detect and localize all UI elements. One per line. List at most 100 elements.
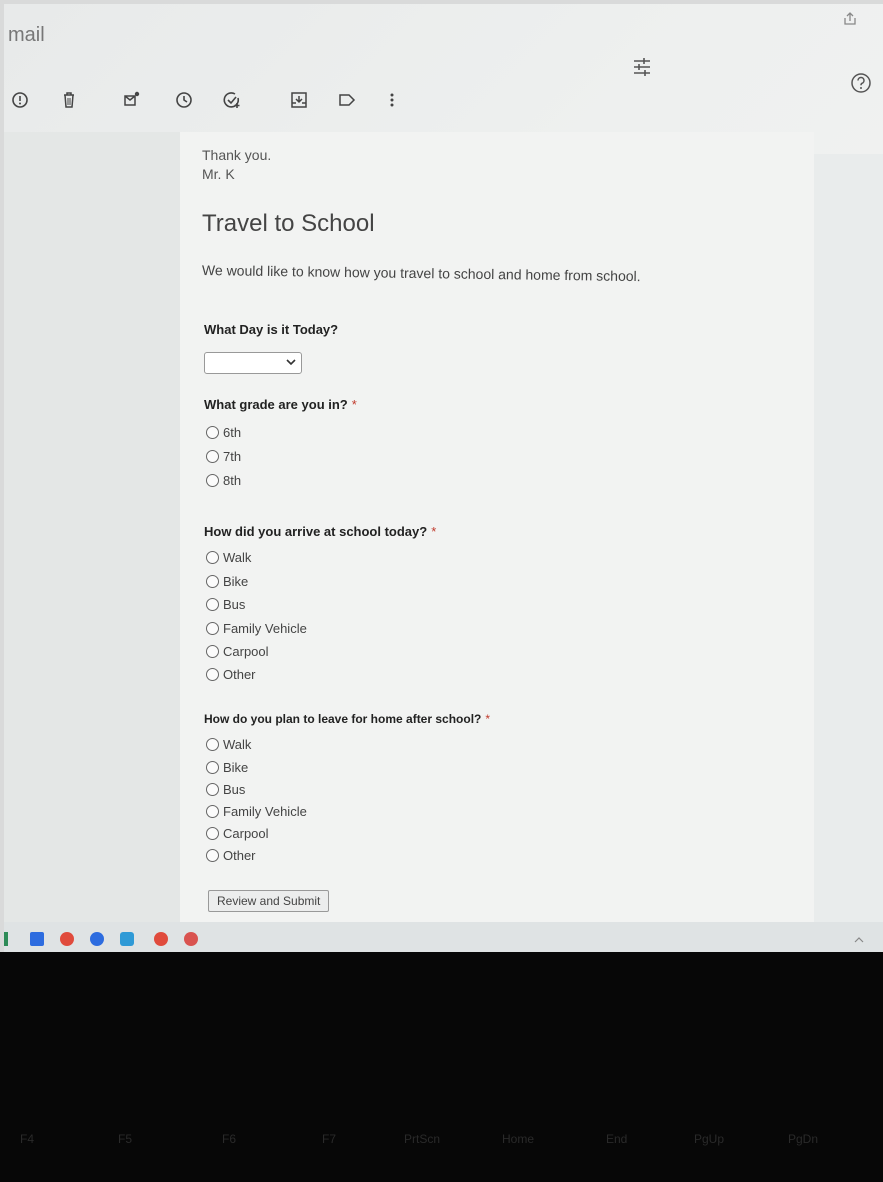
question-day: What Day is it Today? xyxy=(204,322,338,337)
share-icon[interactable] xyxy=(843,12,857,26)
top-bar: mail xyxy=(4,4,883,93)
option-label: 8th xyxy=(223,473,242,488)
required-marker: * xyxy=(431,524,437,539)
radio-button[interactable] xyxy=(206,827,219,840)
question-arrival: How did you arrive at school today? * xyxy=(204,524,436,539)
radio-button[interactable] xyxy=(206,805,219,818)
radio-option[interactable]: Bus xyxy=(206,782,245,797)
radio-option[interactable]: Bike xyxy=(206,760,248,775)
question-departure: How do you plan to leave for home after … xyxy=(204,712,490,726)
key-f6: F6 xyxy=(222,1132,237,1146)
key-pgup: PgUp xyxy=(694,1132,725,1146)
screen: mail Thank you. Mr. K Travel to School W… xyxy=(4,4,883,952)
option-label: Bus xyxy=(223,782,246,797)
radio-button[interactable] xyxy=(206,426,219,439)
label-icon[interactable] xyxy=(337,90,357,110)
chevron-down-icon xyxy=(286,359,296,366)
radio-option[interactable]: Walk xyxy=(206,550,251,565)
key-f4: F4 xyxy=(20,1132,35,1146)
radio-button[interactable] xyxy=(206,598,219,611)
radio-button[interactable] xyxy=(206,645,219,658)
option-label: Carpool xyxy=(223,644,269,659)
chrome-profile-icon[interactable] xyxy=(154,932,168,946)
key-f5: F5 xyxy=(118,1132,133,1146)
required-marker: * xyxy=(351,397,357,412)
option-label: Walk xyxy=(223,550,252,565)
radio-option[interactable]: Family Vehicle xyxy=(206,804,307,819)
radio-option[interactable]: Carpool xyxy=(206,644,269,659)
option-label: Bike xyxy=(223,574,249,589)
required-marker: * xyxy=(485,712,491,726)
radio-button[interactable] xyxy=(206,668,219,681)
option-label: 7th xyxy=(223,449,242,464)
more-icon[interactable] xyxy=(382,90,402,110)
key-home: Home xyxy=(502,1132,535,1146)
add-task-icon[interactable] xyxy=(222,90,242,110)
start-icon[interactable] xyxy=(4,932,8,946)
option-label: Walk xyxy=(223,737,252,752)
mark-unread-icon[interactable] xyxy=(122,90,142,110)
signature: Mr. K xyxy=(202,166,235,182)
onedrive-icon[interactable] xyxy=(120,932,134,946)
radio-button[interactable] xyxy=(206,738,219,751)
email-body: Thank you. Mr. K Travel to School We wou… xyxy=(180,132,814,922)
question-grade: What grade are you in? * xyxy=(204,397,357,412)
day-select[interactable] xyxy=(204,352,302,374)
option-label: Carpool xyxy=(223,826,269,841)
filter-settings-icon[interactable] xyxy=(632,56,652,78)
radio-option[interactable]: Family Vehicle xyxy=(206,621,307,636)
delete-icon[interactable] xyxy=(59,90,79,110)
chevron-up-icon[interactable] xyxy=(854,936,864,944)
key-prtscn: PrtScn xyxy=(404,1132,441,1146)
chrome-active-icon[interactable] xyxy=(184,932,198,946)
radio-button[interactable] xyxy=(206,551,219,564)
key-f7: F7 xyxy=(322,1132,337,1146)
radio-button[interactable] xyxy=(206,849,219,862)
radio-option[interactable]: Walk xyxy=(206,737,251,752)
radio-option[interactable]: Other xyxy=(206,667,256,682)
radio-button[interactable] xyxy=(206,622,219,635)
snooze-icon[interactable] xyxy=(174,90,194,110)
taskbar xyxy=(4,922,883,952)
radio-button[interactable] xyxy=(206,783,219,796)
question-label: What Day is it Today? xyxy=(204,322,339,337)
thanks-text: Thank you. xyxy=(202,147,272,163)
review-submit-button[interactable]: Review and Submit xyxy=(208,890,330,912)
form-title: Travel to School xyxy=(202,210,375,237)
zoom-icon[interactable] xyxy=(90,932,104,946)
option-label: Other xyxy=(223,667,256,682)
radio-option[interactable]: Carpool xyxy=(206,826,269,841)
report-icon[interactable] xyxy=(10,90,30,110)
radio-button[interactable] xyxy=(206,575,219,588)
radio-option[interactable]: 6th xyxy=(206,425,241,440)
question-label: How do you plan to leave for home after … xyxy=(204,712,482,726)
option-label: 6th xyxy=(223,425,242,440)
question-label: What grade are you in? xyxy=(204,397,348,412)
radio-button[interactable] xyxy=(206,474,219,487)
key-end: End xyxy=(606,1132,628,1146)
chrome-icon[interactable] xyxy=(60,932,74,946)
option-label: Bike xyxy=(223,760,249,775)
move-to-icon[interactable] xyxy=(289,90,309,110)
option-label: Family Vehicle xyxy=(223,804,307,819)
outlook-icon[interactable] xyxy=(30,932,44,946)
radio-option[interactable]: 8th xyxy=(206,473,241,488)
radio-option[interactable]: Bike xyxy=(206,574,248,589)
left-pane xyxy=(4,132,180,922)
question-label: How did you arrive at school today? xyxy=(204,524,428,539)
app-name: mail xyxy=(8,24,45,46)
keyboard-area: F4 F5 F6 F7 PrtScn Home End PgUp PgDn xyxy=(0,952,883,1182)
radio-button[interactable] xyxy=(206,450,219,463)
email-closing: Thank you. Mr. K xyxy=(202,146,271,184)
option-label: Bus xyxy=(223,597,246,612)
radio-option[interactable]: Bus xyxy=(206,597,245,612)
form-description: We would like to know how you travel to … xyxy=(201,262,641,285)
key-pgdn: PgDn xyxy=(788,1132,819,1146)
radio-button[interactable] xyxy=(206,761,219,774)
right-pane xyxy=(814,154,883,922)
radio-option[interactable]: 7th xyxy=(206,449,241,464)
radio-option[interactable]: Other xyxy=(206,848,256,863)
message-toolbar xyxy=(4,90,883,126)
option-label: Family Vehicle xyxy=(223,621,307,636)
option-label: Other xyxy=(223,848,256,863)
